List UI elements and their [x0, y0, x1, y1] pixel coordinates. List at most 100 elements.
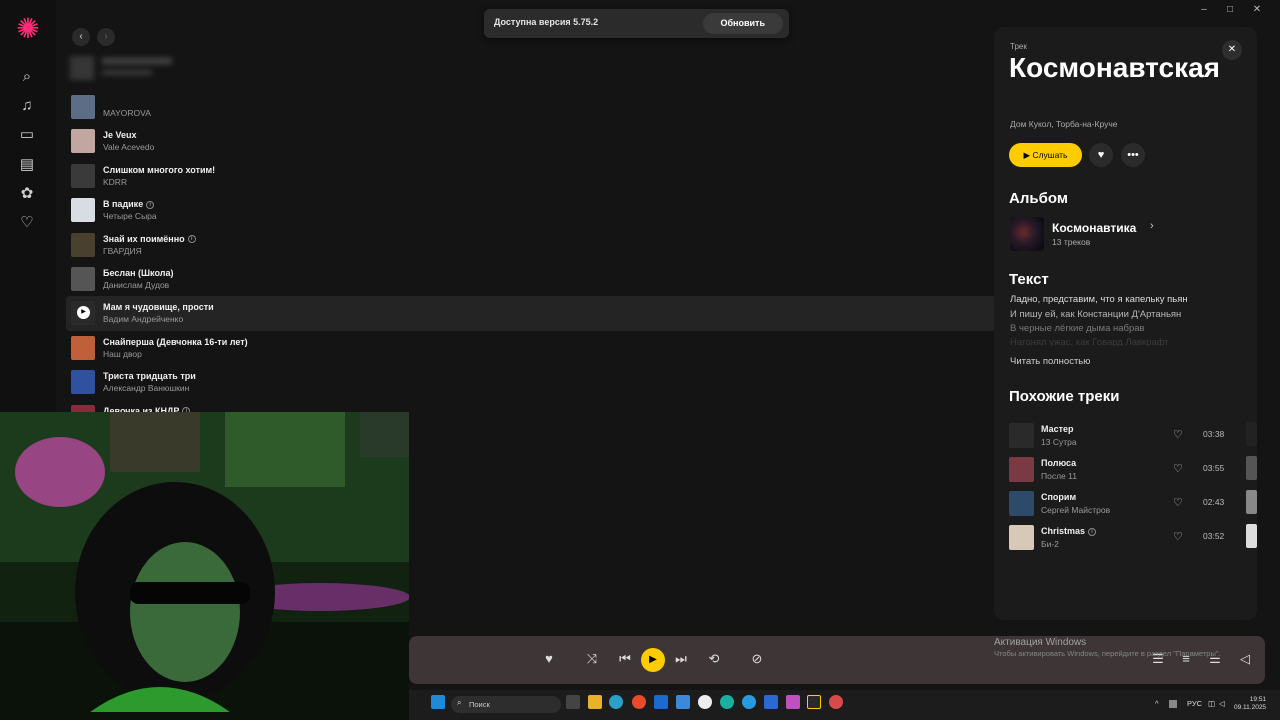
forward-button[interactable]: ›: [97, 28, 115, 46]
collection-icon[interactable]: ▭: [16, 124, 38, 146]
track-cover[interactable]: [71, 95, 95, 119]
similar-track-title[interactable]: Мастер: [1041, 424, 1074, 434]
track-cover[interactable]: [71, 232, 95, 257]
heart-icon[interactable]: ♡: [1173, 462, 1183, 475]
music-note-icon[interactable]: ♫: [16, 95, 38, 117]
tray-app-icon[interactable]: [1169, 700, 1177, 708]
shuffle-icon[interactable]: ⤨: [583, 650, 601, 668]
similar-track-artist[interactable]: После 11: [1041, 471, 1077, 481]
track-row[interactable]: Триста тридцать три Александр Ванюшкин: [66, 365, 996, 399]
track-cover[interactable]: [71, 370, 95, 395]
clock[interactable]: 19:51 09.11.2025: [1234, 696, 1266, 712]
track-artist[interactable]: Четыре Сыра: [103, 211, 157, 221]
track-row[interactable]: В падике i Четыре Сыра: [66, 193, 996, 227]
chrome-icon[interactable]: [632, 695, 646, 709]
track-cover[interactable]: [71, 129, 95, 154]
more-button[interactable]: •••: [1121, 143, 1145, 167]
similar-track-row[interactable]: Christmas i Би-2 ♡ 03:52: [1009, 523, 1249, 551]
track-cover[interactable]: [71, 335, 95, 360]
close-window-button[interactable]: ✕: [1247, 2, 1267, 18]
info-icon[interactable]: i: [187, 235, 196, 244]
similar-track-row[interactable]: Мастер 13 Сутра ♡ 03:38: [1009, 421, 1249, 449]
previous-icon[interactable]: ⏮: [616, 650, 634, 668]
similar-track-title[interactable]: Спорим: [1041, 492, 1076, 502]
info-icon[interactable]: i: [1088, 527, 1097, 536]
similar-track-artist[interactable]: Сергей Майстров: [1041, 505, 1110, 515]
volume-tray-icon[interactable]: ◁: [1219, 699, 1225, 708]
info-icon[interactable]: i: [146, 200, 155, 209]
search-icon[interactable]: ⌕: [16, 66, 38, 88]
yandex-music-logo[interactable]: ✺: [14, 15, 42, 43]
like-button[interactable]: ♥: [1089, 143, 1113, 167]
task-view-icon[interactable]: [566, 695, 580, 709]
taskbar-search[interactable]: ⌕ Поиск: [451, 696, 561, 713]
track-cover[interactable]: [71, 198, 95, 223]
dislike-icon[interactable]: ⊘: [748, 650, 766, 668]
track-artist[interactable]: Вадим Андрейченко: [103, 314, 183, 324]
track-artists[interactable]: Дом Кукол, Торба-на-Круче: [1010, 119, 1117, 129]
track-cover[interactable]: [71, 163, 95, 188]
similar-track-cover[interactable]: [1009, 491, 1034, 516]
track-row[interactable]: Снайперша (Девчонка 16-ти лет) Наш двор: [66, 331, 996, 365]
track-title[interactable]: Снайперша (Девчонка 16-ти лет): [103, 337, 248, 347]
app-icon[interactable]: [764, 695, 778, 709]
track-artist[interactable]: Александр Ванюшкин: [103, 383, 189, 393]
yandex-browser-icon[interactable]: [698, 695, 712, 709]
app-icon[interactable]: [786, 695, 800, 709]
similar-track-cover[interactable]: [1009, 457, 1034, 482]
read-full-link[interactable]: Читать полностью: [1010, 356, 1090, 367]
track-row[interactable]: Слишком многого хотим! KDRR: [66, 159, 996, 193]
similar-track-cover[interactable]: [1009, 525, 1034, 550]
telegram-icon[interactable]: [742, 695, 756, 709]
file-explorer-icon[interactable]: [588, 695, 602, 709]
listen-button[interactable]: ▶ Слушать: [1009, 143, 1082, 167]
similar-track-artist[interactable]: Би-2: [1041, 539, 1059, 549]
language-indicator[interactable]: РУС: [1187, 699, 1202, 708]
track-row[interactable]: Знай их поимённо i ГВАРДИЯ: [66, 228, 996, 262]
similar-track-row[interactable]: Спорим Сергей Майстров ♡ 02:43: [1009, 489, 1249, 517]
similar-track-title[interactable]: Christmas i: [1041, 526, 1097, 536]
track-title[interactable]: Мам я чудовище, прости: [103, 302, 214, 312]
network-icon[interactable]: ◫: [1208, 699, 1215, 708]
outlook-icon[interactable]: [654, 695, 668, 709]
kids-icon[interactable]: ✿: [16, 183, 38, 205]
track-title[interactable]: Беслан (Школа): [103, 268, 173, 278]
heart-icon[interactable]: ♡: [16, 212, 38, 234]
yandex-music-icon[interactable]: [807, 695, 821, 709]
track-title[interactable]: Слишком многого хотим!: [103, 165, 215, 175]
track-row[interactable]: ▶ Мам я чудовище, прости Вадим Андрейченко: [66, 296, 996, 331]
heart-icon[interactable]: ♡: [1173, 530, 1183, 543]
track-artist[interactable]: KDRR: [103, 177, 127, 187]
heart-icon[interactable]: ♥: [540, 650, 558, 668]
track-artist[interactable]: Vale Acevedo: [103, 142, 154, 152]
album-cover[interactable]: [1010, 217, 1044, 251]
track-row[interactable]: Je Veux Vale Acevedo: [66, 124, 996, 158]
track-title[interactable]: Триста тридцать три: [103, 371, 196, 381]
track-title[interactable]: Знай их поимённо i: [103, 234, 196, 244]
similar-track-cover[interactable]: [1009, 423, 1034, 448]
back-button[interactable]: ‹: [72, 28, 90, 46]
track-title[interactable]: Je Veux: [103, 130, 137, 140]
track-artist[interactable]: ГВАРДИЯ: [103, 246, 142, 256]
repeat-icon[interactable]: ⟲: [705, 650, 723, 668]
app-icon[interactable]: [829, 695, 843, 709]
track-title[interactable]: В падике i: [103, 199, 155, 209]
track-row[interactable]: MAYOROVA: [66, 90, 996, 124]
similar-track-artist[interactable]: 13 Сутра: [1041, 437, 1077, 447]
track-artist[interactable]: Данислам Дудов: [103, 280, 169, 290]
play-button[interactable]: ▶: [641, 648, 665, 672]
maximize-button[interactable]: □: [1220, 2, 1240, 18]
edge-browser-icon[interactable]: [609, 695, 623, 709]
track-row[interactable]: Беслан (Школа) Данислам Дудов: [66, 262, 996, 296]
update-button[interactable]: Обновить: [702, 13, 783, 34]
chevron-right-icon[interactable]: ›: [1150, 220, 1154, 232]
volume-icon[interactable]: ◁: [1236, 650, 1254, 668]
track-artist[interactable]: Наш двор: [103, 349, 142, 359]
windows-start-icon[interactable]: [431, 695, 445, 709]
next-icon[interactable]: ⏭: [672, 650, 690, 668]
heart-icon[interactable]: ♡: [1173, 428, 1183, 441]
todo-icon[interactable]: [676, 695, 690, 709]
minimize-button[interactable]: ‒: [1194, 2, 1214, 18]
album-name[interactable]: Космонавтика: [1052, 221, 1136, 235]
podcasts-icon[interactable]: ▤: [16, 154, 38, 176]
